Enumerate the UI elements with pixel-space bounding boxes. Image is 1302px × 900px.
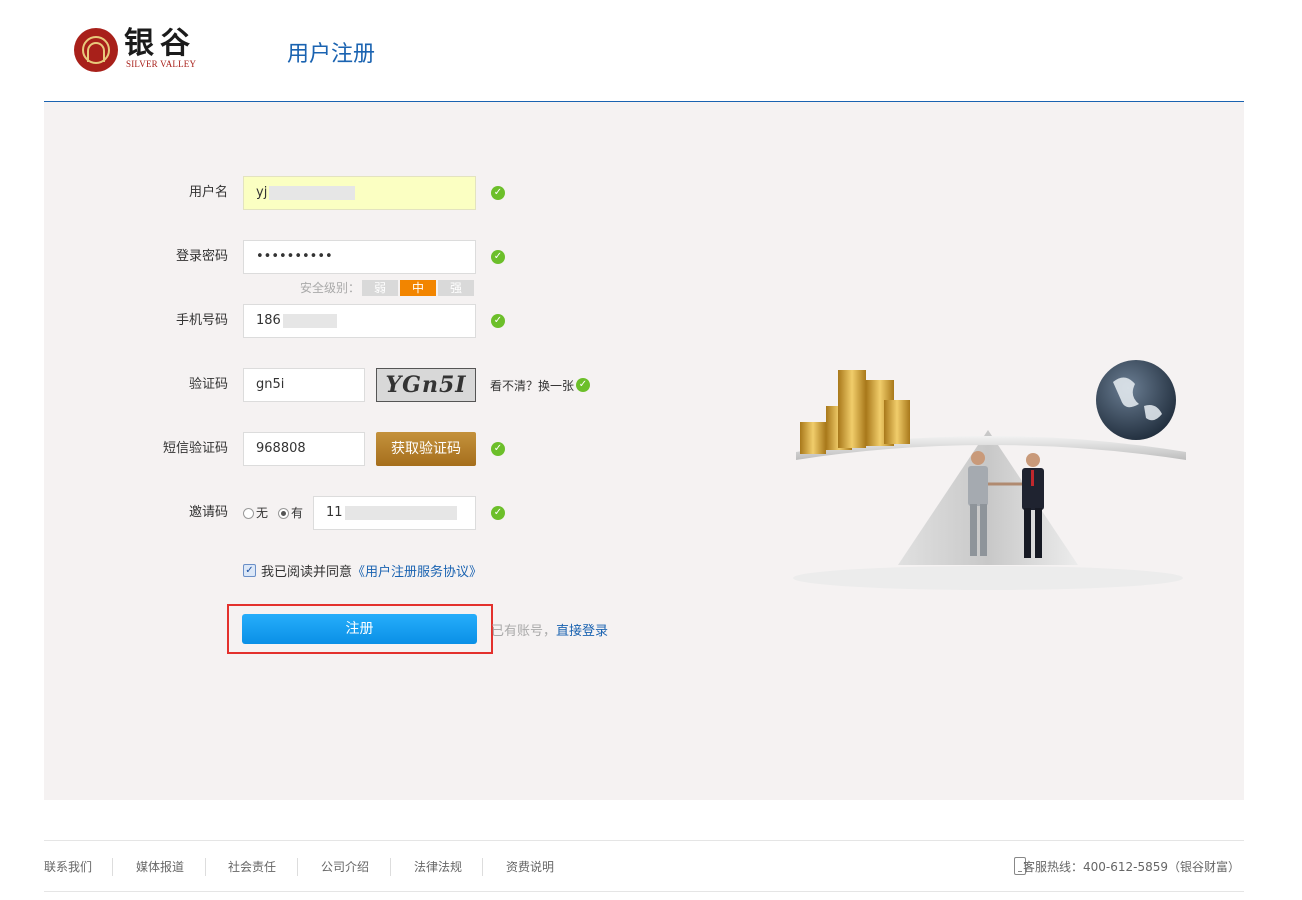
footer-link-about[interactable]: 公司介绍 — [321, 859, 369, 875]
invite-yes-label: 有 — [291, 506, 304, 520]
captcha-refresh-text: 看不清？换一张 — [490, 379, 575, 393]
strength-label: 安全级别： — [300, 281, 361, 295]
phone-input[interactable]: 186 — [243, 304, 476, 338]
login-hint-text: 已有账号， — [491, 624, 557, 639]
invite-label: 邀请码 — [188, 505, 228, 520]
footer-divider — [482, 858, 483, 876]
agreement-text: 我已阅读并同意《用户注册服务协议》 — [261, 561, 482, 580]
password-input[interactable]: •••••••••• — [243, 240, 476, 274]
register-button[interactable]: 注册 — [242, 614, 477, 644]
agreement-prefix: 我已阅读并同意 — [261, 565, 353, 580]
password-check-icon: ✓ — [491, 250, 505, 264]
username-label: 用户名 — [188, 185, 228, 200]
footer-divider — [205, 858, 206, 876]
invite-yes-radio[interactable] — [278, 508, 289, 519]
get-sms-code-button[interactable]: 获取验证码 — [376, 432, 476, 466]
username-value: yj — [256, 185, 268, 200]
globe — [1096, 360, 1176, 440]
logo-chinese-text: 银谷 — [124, 26, 196, 61]
captcha-label: 验证码 — [188, 377, 228, 392]
footer-link-fees[interactable]: 资费说明 — [506, 859, 554, 875]
page-header: 银谷 SILVER VALLEY 用户注册 — [44, 0, 1244, 102]
sms-label: 短信验证码 — [162, 441, 228, 456]
phone-check-icon: ✓ — [491, 314, 505, 328]
password-label: 登录密码 — [175, 249, 228, 264]
strength-strong: 强 — [438, 280, 474, 296]
footer-link-social[interactable]: 社会责任 — [228, 859, 276, 875]
logo-english-text: SILVER VALLEY — [126, 59, 197, 69]
footer-divider — [297, 858, 298, 876]
sms-code-input[interactable]: 968808 — [243, 432, 365, 466]
silver-valley-logo[interactable]: 银谷 SILVER VALLEY — [74, 26, 214, 76]
agreement-link[interactable]: 《用户注册服务协议》 — [352, 565, 482, 580]
footer-link-media[interactable]: 媒体报道 — [136, 859, 184, 875]
footer-divider — [390, 858, 391, 876]
invite-check-icon: ✓ — [491, 506, 505, 520]
gold-coin-stacks — [800, 370, 910, 454]
captcha-image[interactable]: YGn5I — [376, 368, 476, 402]
page-footer: 联系我们 媒体报道 社会责任 公司介绍 法律法规 资费说明 客服热线：400-6… — [44, 840, 1244, 892]
footer-link-legal[interactable]: 法律法规 — [414, 859, 462, 875]
phone-value: 186 — [256, 313, 281, 328]
logo-seal-icon — [74, 28, 118, 72]
footer-divider — [112, 858, 113, 876]
customer-hotline: 客服热线：400-612-5859（银谷财富） — [1022, 860, 1240, 874]
invite-redaction — [344, 505, 457, 520]
login-hint: 已有账号，直接登录 — [491, 620, 608, 639]
username-redaction — [269, 185, 356, 200]
phone-label: 手机号码 — [175, 313, 228, 328]
page-title: 用户注册 — [287, 42, 376, 67]
registration-panel: 用户名 yj ✓ 登录密码 •••••••••• ✓ 安全级别： 弱 中 强 手… — [44, 102, 1244, 800]
username-check-icon: ✓ — [491, 186, 505, 200]
strength-weak: 弱 — [362, 280, 398, 296]
agree-checkbox[interactable]: ✓ — [243, 564, 256, 577]
username-input[interactable]: yj — [243, 176, 476, 210]
invite-none-radio[interactable] — [243, 508, 254, 519]
business-illustration — [793, 360, 1186, 590]
captcha-check-icon: ✓ — [576, 378, 590, 392]
captcha-refresh-link[interactable]: 看不清？换一张 — [490, 377, 574, 394]
invite-value: 11 — [326, 505, 343, 520]
invite-none-label: 无 — [256, 506, 269, 520]
strength-medium: 中 — [400, 280, 436, 296]
sms-check-icon: ✓ — [491, 442, 505, 456]
captcha-input[interactable]: gn5i — [243, 368, 365, 402]
direct-login-link[interactable]: 直接登录 — [556, 624, 608, 639]
phone-redaction — [282, 313, 337, 328]
invite-code-input[interactable]: 11 — [313, 496, 476, 530]
footer-link-contact[interactable]: 联系我们 — [44, 859, 92, 875]
